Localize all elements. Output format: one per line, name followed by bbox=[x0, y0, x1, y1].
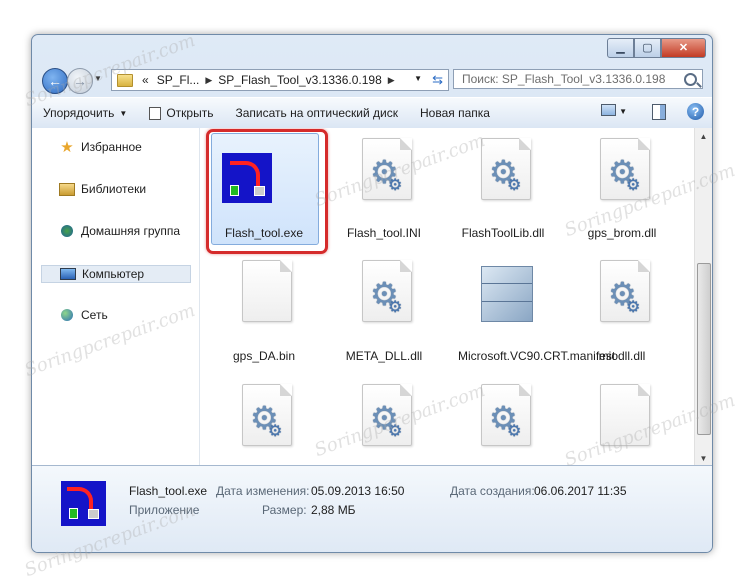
forward-button[interactable]: → bbox=[67, 68, 93, 94]
details-filename: Flash_tool.exe bbox=[129, 484, 208, 498]
open-icon bbox=[149, 106, 162, 120]
file-name: META_DLL.dll bbox=[345, 349, 423, 363]
back-button[interactable]: ← bbox=[42, 68, 68, 94]
refresh-icon[interactable]: ⇆ bbox=[432, 72, 443, 88]
chevron-right-icon[interactable]: ▶ bbox=[203, 75, 214, 86]
blank-file-icon bbox=[232, 260, 298, 348]
change-view-icon[interactable] bbox=[601, 104, 616, 116]
navigation-pane: ★ Избранное Библиотеки Домашняя группа К… bbox=[32, 128, 200, 466]
file-name: FlashToolLib.dll bbox=[461, 226, 545, 240]
sidebar-item-label: Избранное bbox=[81, 140, 142, 154]
search-icon[interactable] bbox=[684, 73, 697, 86]
chevron-down-icon: ▼ bbox=[119, 108, 128, 118]
new-folder-label: Новая папка bbox=[419, 106, 490, 120]
libraries-icon bbox=[59, 182, 75, 196]
modified-value: 05.09.2013 16:50 bbox=[311, 484, 405, 498]
breadcrumb-item-current[interactable]: SP_Flash_Tool_v3.1336.0.198 bbox=[214, 73, 385, 87]
file-list: Flash_tool.exe ⚙ ⚙ Flash_tool.INI ⚙ ⚙ Flas… bbox=[200, 128, 694, 466]
settings-file-icon: ⚙ ⚙ bbox=[352, 138, 418, 226]
sidebar-item-label: Домашняя группа bbox=[81, 224, 181, 238]
search-input[interactable]: Поиск: SP_Flash_Tool_v3.1336.0.198 bbox=[453, 69, 703, 89]
new-folder-button[interactable]: Новая папка bbox=[409, 98, 501, 128]
breadcrumb-overflow[interactable]: « bbox=[138, 73, 153, 87]
details-pane: Flash_tool.exe Приложение Дата изменения… bbox=[32, 465, 712, 552]
details-filetype: Приложение bbox=[129, 503, 200, 517]
scroll-up-icon[interactable]: ▲ bbox=[695, 128, 712, 144]
computer-icon bbox=[60, 267, 76, 281]
size-value: 2,88 МБ bbox=[311, 503, 356, 517]
view-dropdown-icon[interactable]: ▼ bbox=[619, 107, 627, 116]
sidebar-item-network[interactable]: Сеть bbox=[59, 308, 108, 322]
sidebar-item-libraries[interactable]: Библиотеки bbox=[59, 182, 146, 196]
dll-file-icon: ⚙ ⚙ bbox=[352, 260, 418, 348]
organize-label: Упорядочить bbox=[43, 106, 115, 120]
burn-button[interactable]: Записать на оптический диск bbox=[224, 98, 409, 128]
manifest-file-icon bbox=[471, 260, 537, 348]
preview-pane-icon[interactable] bbox=[652, 104, 666, 120]
breadcrumb-item-parent[interactable]: SP_Fl... bbox=[153, 73, 204, 87]
dll-file-icon: ⚙ ⚙ bbox=[232, 384, 298, 466]
scroll-down-icon[interactable]: ▼ bbox=[695, 450, 712, 466]
window-controls: ▁ ▢ ✕ bbox=[607, 38, 706, 58]
dll-file-icon: ⚙ ⚙ bbox=[471, 138, 537, 226]
star-icon: ★ bbox=[60, 139, 74, 156]
title-bar: ▁ ▢ ✕ bbox=[32, 35, 712, 65]
recent-pages-dropdown[interactable]: ▼ bbox=[94, 74, 102, 83]
file-name: gps_brom.dll bbox=[587, 226, 657, 240]
dll-file-icon: ⚙ ⚙ bbox=[352, 384, 418, 466]
explorer-window: ▁ ▢ ✕ ← → ▼ « SP_Fl... ▶ SP_Flash_Tool_v… bbox=[31, 34, 713, 553]
flash-tool-app-icon bbox=[222, 153, 272, 203]
open-label: Открыть bbox=[166, 106, 214, 120]
burn-label: Записать на оптический диск bbox=[235, 106, 398, 120]
scroll-thumb[interactable] bbox=[697, 263, 711, 435]
file-name: Microsoft.VC90.CRT.manifest bbox=[458, 349, 616, 363]
sidebar-item-computer[interactable]: Компьютер bbox=[41, 265, 191, 283]
open-button[interactable]: Открыть bbox=[138, 98, 224, 128]
dll-file-icon: ⚙ ⚙ bbox=[590, 138, 656, 226]
search-placeholder: Поиск: SP_Flash_Tool_v3.1336.0.198 bbox=[462, 72, 666, 86]
command-bar: Упорядочить ▼ Открыть Записать на оптиче… bbox=[32, 97, 712, 129]
homegroup-icon bbox=[59, 224, 75, 238]
organize-button[interactable]: Упорядочить ▼ bbox=[32, 98, 138, 128]
address-dropdown-icon[interactable]: ▼ bbox=[414, 74, 422, 83]
blank-file-icon bbox=[590, 384, 656, 466]
maximize-button[interactable]: ▢ bbox=[634, 38, 661, 58]
vertical-scrollbar[interactable]: ▲ ▼ bbox=[694, 128, 712, 466]
sidebar-item-label: Компьютер bbox=[82, 267, 145, 281]
flash-tool-app-icon bbox=[61, 481, 106, 526]
file-name: gps_DA.bin bbox=[232, 349, 296, 363]
sidebar-item-label: Сеть bbox=[81, 308, 108, 322]
address-row: ← → ▼ « SP_Fl... ▶ SP_Flash_Tool_v3.1336… bbox=[32, 66, 712, 96]
created-value: 06.06.2017 11:35 bbox=[534, 484, 627, 498]
close-button[interactable]: ✕ bbox=[661, 38, 706, 58]
network-icon bbox=[59, 308, 75, 322]
created-label: Дата создания: bbox=[450, 484, 535, 498]
chevron-right-icon[interactable]: ▶ bbox=[386, 75, 397, 86]
sidebar-item-label: Библиотеки bbox=[81, 182, 147, 196]
help-icon[interactable]: ? bbox=[687, 103, 704, 120]
address-bar[interactable]: « SP_Fl... ▶ SP_Flash_Tool_v3.1336.0.198… bbox=[111, 69, 449, 91]
folder-icon bbox=[117, 73, 133, 87]
sidebar-item-homegroup[interactable]: Домашняя группа bbox=[59, 224, 180, 238]
file-name: Flash_tool.exe bbox=[224, 226, 304, 240]
file-name: Flash_tool.INI bbox=[346, 226, 422, 240]
modified-label: Дата изменения: bbox=[216, 484, 310, 498]
dll-file-icon: ⚙ ⚙ bbox=[590, 260, 656, 348]
size-label: Размер: bbox=[262, 503, 307, 517]
sidebar-item-favorites[interactable]: ★ Избранное bbox=[59, 139, 142, 156]
minimize-button[interactable]: ▁ bbox=[607, 38, 634, 58]
file-name: miodll.dll bbox=[598, 349, 646, 363]
dll-file-icon: ⚙ ⚙ bbox=[471, 384, 537, 466]
